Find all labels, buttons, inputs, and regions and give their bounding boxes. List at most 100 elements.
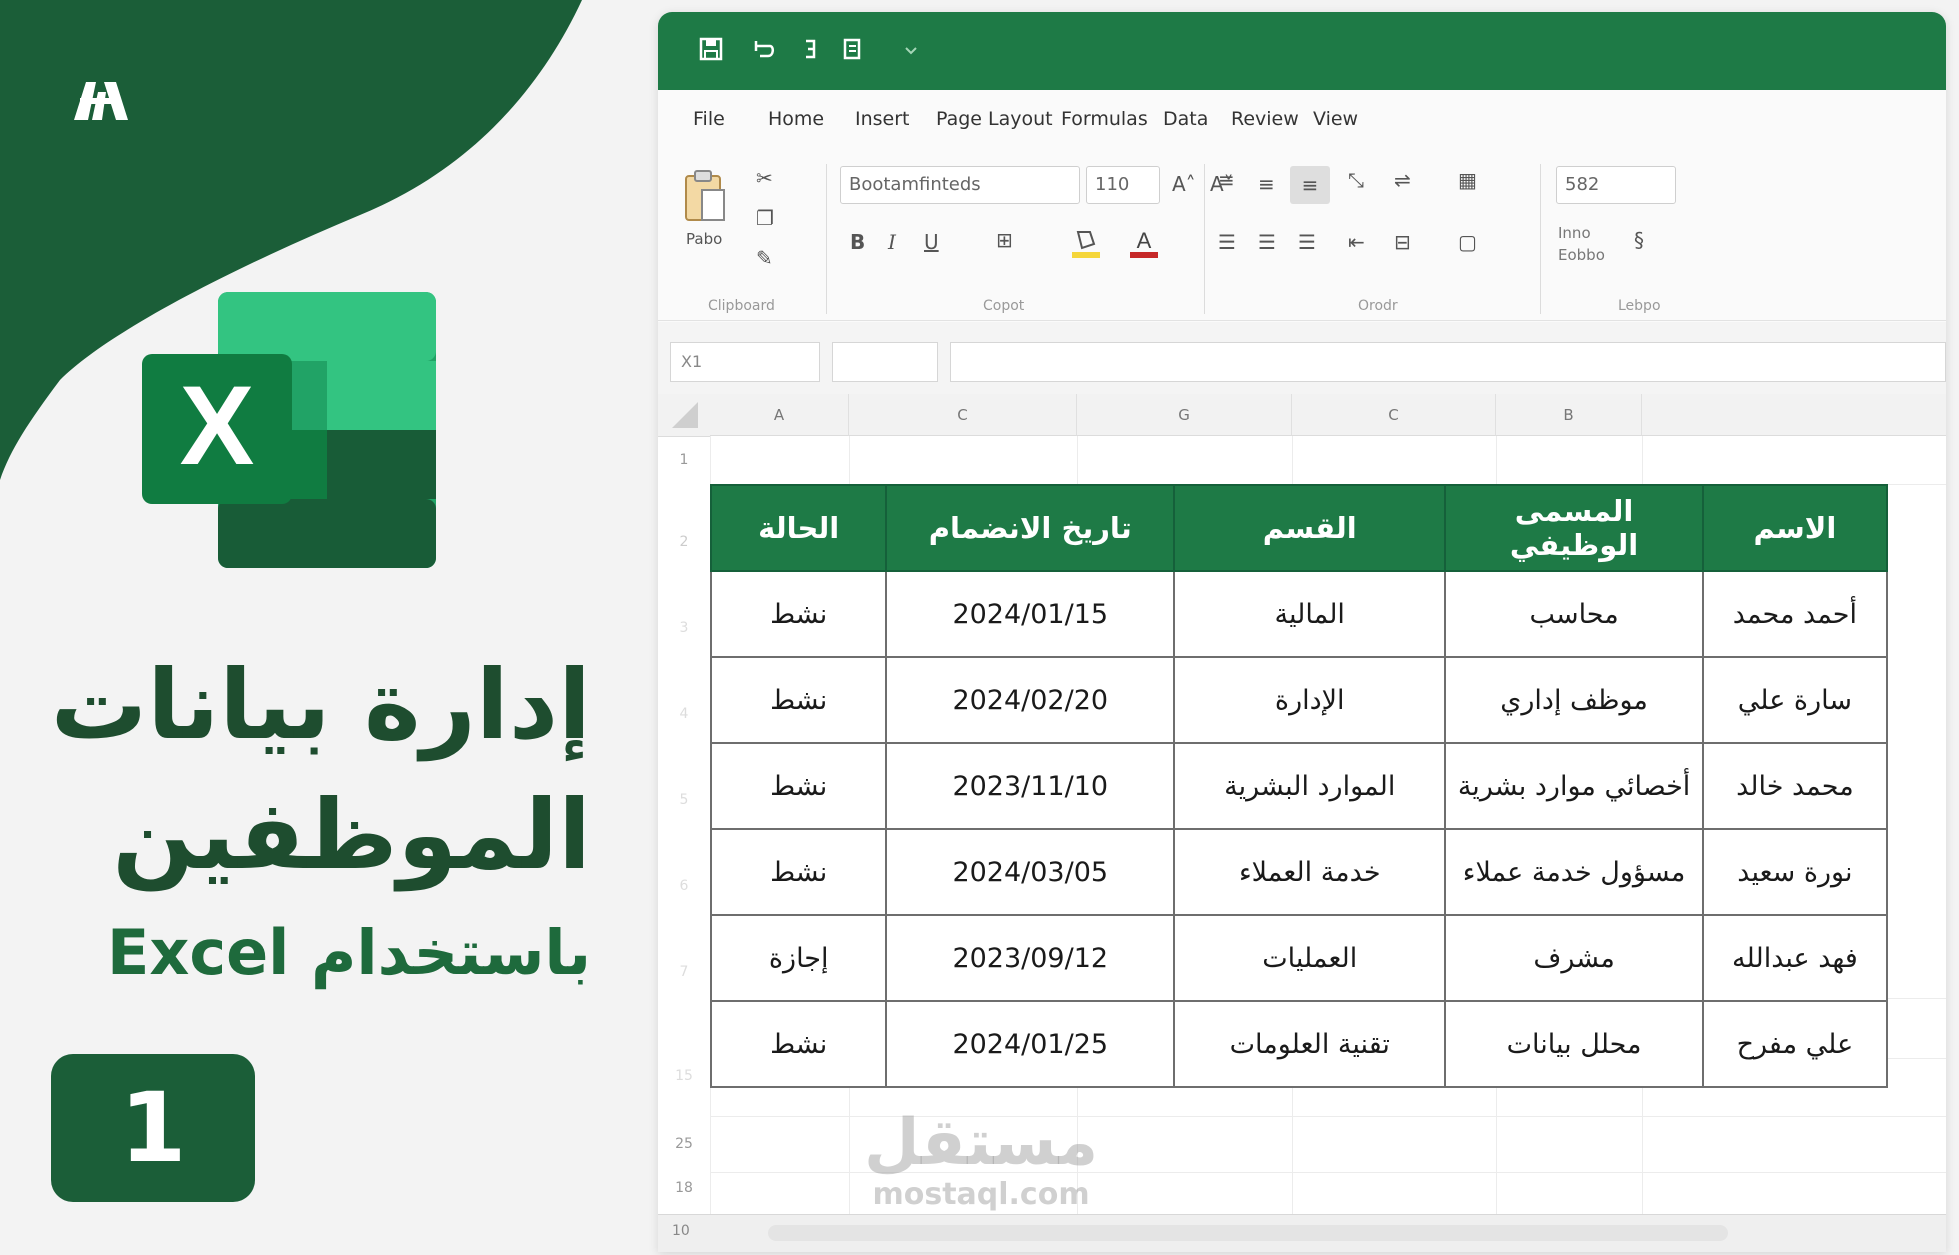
align-middle-icon[interactable]: ≡ [1258, 172, 1275, 196]
tab-view[interactable]: View [1313, 108, 1358, 130]
row-number[interactable]: 2 [658, 534, 710, 550]
cell-department[interactable]: الإدارة [1173, 656, 1447, 744]
cells-style-box[interactable]: 582 [1556, 166, 1676, 204]
column-header[interactable]: A [710, 394, 849, 436]
cell-job-title[interactable]: مسؤول خدمة عملاء [1444, 828, 1704, 916]
font-color-icon[interactable]: A [1128, 226, 1160, 260]
row-number[interactable]: 1 [658, 452, 710, 468]
tab-home[interactable]: Home [768, 108, 824, 130]
header-status[interactable]: الحالة [709, 484, 888, 572]
italic-button[interactable]: I [888, 230, 896, 254]
tab-insert[interactable]: Insert [855, 108, 910, 130]
copy-format-icon[interactable]: ❐ [756, 206, 774, 230]
cell-name[interactable]: نورة سعيد [1701, 828, 1889, 916]
cell-name[interactable]: سارة علي [1701, 656, 1889, 744]
cut-icon[interactable]: ✂ [756, 166, 773, 190]
percent-style-icon[interactable]: ▢ [1458, 230, 1477, 254]
cell-join-date[interactable]: 2024/03/05 [885, 828, 1176, 916]
cell-job-title[interactable]: محاسب [1444, 570, 1704, 658]
borders-icon[interactable]: ⊞ [996, 228, 1013, 252]
header-name[interactable]: الاسم [1701, 484, 1889, 572]
row-number[interactable]: 25 [658, 1136, 710, 1152]
decrease-indent-icon[interactable]: ⇤ [1348, 230, 1365, 254]
redo-icon[interactable] [796, 34, 826, 64]
cell-status[interactable]: إجازة [709, 914, 888, 1002]
clipboard-group-label: Clipboard [708, 298, 775, 314]
cell-name[interactable]: فهد عبدالله [1701, 914, 1889, 1002]
font-size-select[interactable]: 110 [1086, 166, 1160, 204]
row-number[interactable]: 18 [658, 1180, 710, 1196]
format-cells-label[interactable]: Inno Eobbo [1558, 222, 1605, 266]
paste-label[interactable]: Pabo [686, 230, 722, 248]
align-top-icon[interactable]: ≡ [1218, 168, 1235, 192]
cell-join-date[interactable]: 2024/01/15 [885, 570, 1176, 658]
header-join-date[interactable]: تاريخ الانضمام [885, 484, 1176, 572]
cell-job-title[interactable]: موظف إداري [1444, 656, 1704, 744]
cell-join-date[interactable]: 2024/01/25 [885, 1000, 1176, 1088]
paste-icon[interactable] [682, 168, 728, 224]
number-format-icon[interactable]: ▦ [1458, 168, 1477, 192]
function-box[interactable] [832, 342, 938, 382]
cell-name[interactable]: محمد خالد [1701, 742, 1889, 830]
cell-department[interactable]: خدمة العملاء [1173, 828, 1447, 916]
save-icon[interactable] [696, 34, 726, 64]
row-number[interactable]: 6 [658, 878, 710, 894]
cell-status[interactable]: نشط [709, 742, 888, 830]
cell-join-date[interactable]: 2024/02/20 [885, 656, 1176, 744]
header-job-title[interactable]: المسمى الوظيفي [1444, 484, 1704, 572]
row-number[interactable]: 5 [658, 792, 710, 808]
undo-icon[interactable] [748, 34, 778, 64]
row-number[interactable]: 3 [658, 620, 710, 636]
cell-department[interactable]: تقنية العلومات [1173, 1000, 1447, 1088]
row-number[interactable]: 15 [658, 1068, 710, 1084]
cell-job-title[interactable]: محلل بيانات [1444, 1000, 1704, 1088]
column-header[interactable]: G [1077, 394, 1292, 436]
merge-center-icon[interactable]: ⊟ [1394, 230, 1411, 254]
tab-page-layout[interactable]: Page Layout [936, 108, 1053, 130]
format-painter-icon[interactable]: ✎ [756, 246, 773, 270]
tab-review[interactable]: Review [1231, 108, 1299, 130]
align-left-icon[interactable]: ☰ [1218, 230, 1236, 254]
font-name-select[interactable]: Bootamfinteds [840, 166, 1080, 204]
cell-job-title[interactable]: أخصائي موارد بشرية [1444, 742, 1704, 830]
row-number[interactable]: 4 [658, 706, 710, 722]
column-header[interactable]: C [1292, 394, 1496, 436]
cell-status[interactable]: نشط [709, 1000, 888, 1088]
orientation-icon[interactable]: ⤡ [1348, 168, 1364, 192]
tab-data[interactable]: Data [1163, 108, 1208, 130]
cells-group-label: Lebpo [1618, 298, 1661, 314]
sort-icon[interactable]: § [1634, 228, 1644, 252]
align-right-icon[interactable]: ☰ [1298, 230, 1316, 254]
align-bottom-icon[interactable]: ≡ [1290, 166, 1330, 204]
wrap-text-icon[interactable]: ⇌ [1394, 168, 1411, 192]
tab-formulas[interactable]: Formulas [1061, 108, 1148, 130]
cell-department[interactable]: المالية [1173, 570, 1447, 658]
cell-status[interactable]: نشط [709, 828, 888, 916]
copy-icon[interactable] [838, 34, 868, 64]
customize-arrow-icon[interactable] [896, 34, 926, 64]
column-header-empty[interactable] [1642, 394, 1946, 436]
cell-status[interactable]: نشط [709, 656, 888, 744]
underline-button[interactable]: U [924, 230, 939, 254]
tab-file[interactable]: File [693, 108, 725, 130]
header-department[interactable]: القسم [1173, 484, 1447, 572]
grow-font-icon[interactable]: A˄ [1172, 172, 1196, 196]
bold-button[interactable]: B [850, 230, 865, 254]
column-header[interactable]: C [849, 394, 1077, 436]
fill-color-icon[interactable] [1070, 226, 1102, 260]
cell-name[interactable]: علي مفرح [1701, 1000, 1889, 1088]
name-box[interactable]: X1 [670, 342, 820, 382]
cell-status[interactable]: نشط [709, 570, 888, 658]
cell-name[interactable]: أحمد محمد [1701, 570, 1889, 658]
select-all-corner[interactable] [658, 394, 711, 437]
cell-job-title[interactable]: مشرف [1444, 914, 1704, 1002]
cell-join-date[interactable]: 2023/09/12 [885, 914, 1176, 1002]
cell-join-date[interactable]: 2023/11/10 [885, 742, 1176, 830]
column-header[interactable]: B [1496, 394, 1642, 436]
formula-input[interactable] [950, 342, 1946, 382]
row-number[interactable]: 7 [658, 964, 710, 980]
horizontal-scrollbar[interactable] [768, 1225, 1728, 1241]
cell-department[interactable]: العمليات [1173, 914, 1447, 1002]
align-center-icon[interactable]: ☰ [1258, 230, 1276, 254]
cell-department[interactable]: الموارد البشرية [1173, 742, 1447, 830]
